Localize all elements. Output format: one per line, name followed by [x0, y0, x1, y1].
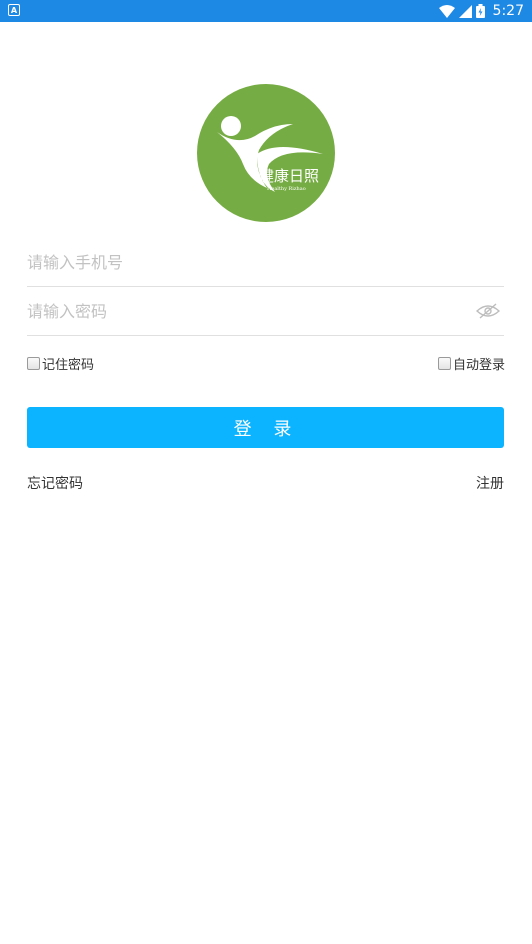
auto-login-option[interactable]: 自动登录 [437, 354, 505, 373]
forgot-password-link[interactable]: 忘记密码 [27, 473, 83, 493]
register-link[interactable]: 注册 [476, 473, 504, 493]
auto-login-label: 自动登录 [452, 358, 505, 373]
logo-brand-en: Healthy Rizhao [267, 186, 306, 192]
remember-password-option[interactable]: 记住密码 [27, 354, 94, 373]
phone-input[interactable] [27, 238, 467, 286]
notification-icon: A [8, 4, 20, 16]
status-bar: A 5:27 [0, 0, 532, 22]
battery-icon [475, 4, 485, 18]
signal-icon [458, 4, 472, 18]
logo-brand-cn: 健康日照 [259, 167, 319, 185]
password-input[interactable] [27, 287, 467, 335]
auto-login-checkbox[interactable] [437, 357, 451, 370]
wifi-icon [438, 4, 455, 18]
eye-off-icon[interactable] [476, 303, 500, 319]
status-time: 5:27 [492, 3, 524, 19]
remember-password-label: 记住密码 [42, 358, 95, 373]
app-logo: 健康日照 Healthy Rizhao [197, 84, 335, 222]
remember-password-checkbox[interactable] [27, 357, 40, 370]
phone-field [27, 238, 504, 287]
login-button[interactable]: 登 录 [27, 407, 504, 448]
password-field [27, 287, 504, 336]
